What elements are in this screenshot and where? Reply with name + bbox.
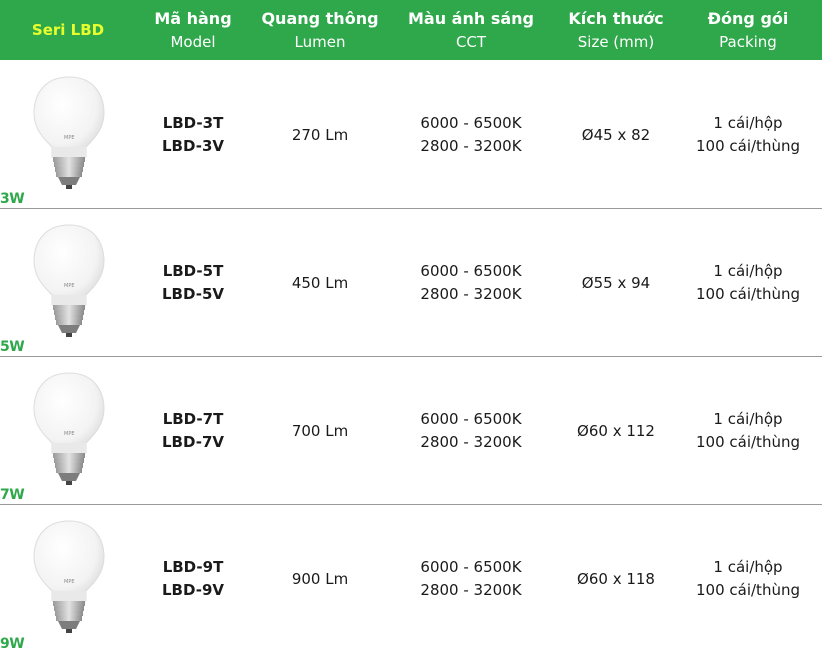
header-cct-en: CCT [455,33,487,51]
lumen-cell: 450 Lm [250,209,390,357]
model-cell: LBD-7T LBD-7V [136,357,250,505]
packing-value: 1 cái/hộp [713,558,783,576]
cct-value: 6000 - 6500K [420,410,522,428]
header-cct: Màu ánh sáng CCT [390,0,552,60]
size-cell: Ø55 x 94 [552,209,680,357]
model-code: LBD-9T [162,558,224,576]
cct-cell: 6000 - 6500K 2800 - 3200K [390,209,552,357]
lumen-cell: 900 Lm [250,505,390,653]
cct-value: 6000 - 6500K [420,262,522,280]
series-label: Seri LBD [31,21,105,39]
header-model: Mã hàng Model [136,0,250,60]
cct-value: 6000 - 6500K [420,558,522,576]
led-bulb-icon: MPE [33,372,105,485]
model-code: LBD-7V [162,433,224,451]
size-cell: Ø60 x 112 [552,357,680,505]
lumen-value: 700 Lm [291,421,349,440]
header-lumen-vi: Quang thông [261,9,379,28]
size-value: Ø60 x 112 [577,421,655,440]
model-code: LBD-3V [162,137,224,155]
cct-cell: 6000 - 6500K 2800 - 3200K [390,505,552,653]
size-value: Ø60 x 118 [577,569,655,588]
lumen-cell: 270 Lm [250,61,390,209]
header-model-vi: Mã hàng [154,9,232,28]
size-value: Ø45 x 82 [581,125,651,144]
packing-cell: 1 cái/hộp 100 cái/thùng [680,357,816,505]
packing-value: 1 cái/hộp [713,262,783,280]
packing-cell: 1 cái/hộp 100 cái/thùng [680,61,816,209]
led-bulb-icon: MPE [33,76,105,189]
header-packing-vi: Đóng gói [707,9,789,28]
packing-value: 1 cái/hộp [713,410,783,428]
packing-value: 100 cái/thùng [696,137,800,155]
led-bulb-icon: MPE [33,520,105,633]
table-row: MPE 3W LBD-3T LBD-3V 270 Lm 6000 - 6500K… [0,61,822,209]
model-code: LBD-9V [162,581,224,599]
cct-value: 2800 - 3200K [420,433,522,451]
packing-value: 100 cái/thùng [696,285,800,303]
wattage-label: 9W [0,636,25,652]
cct-value: 2800 - 3200K [420,285,522,303]
wattage-label: 5W [0,339,25,355]
model-cell: LBD-5T LBD-5V [136,209,250,357]
header-lumen-en: Lumen [294,33,346,51]
model-code: LBD-3T [162,114,224,132]
lumen-value: 900 Lm [291,569,349,588]
lumen-value: 450 Lm [291,273,349,292]
cct-value: 2800 - 3200K [420,137,522,155]
svg-text:MPE: MPE [64,579,75,585]
size-cell: Ø45 x 82 [552,61,680,209]
header-packing: Đóng gói Packing [680,0,816,60]
bulb-image: MPE [24,221,114,341]
cct-value: 6000 - 6500K [420,114,522,132]
header-size: Kích thước Size (mm) [552,0,680,60]
header-cct-vi: Màu ánh sáng [408,9,534,28]
lumen-value: 270 Lm [291,125,349,144]
size-value: Ø55 x 94 [581,273,651,292]
header-packing-en: Packing [719,33,777,51]
bulb-image: MPE [24,517,114,637]
packing-value: 1 cái/hộp [713,114,783,132]
cct-cell: 6000 - 6500K 2800 - 3200K [390,357,552,505]
table-row: MPE 5W LBD-5T LBD-5V 450 Lm 6000 - 6500K… [0,209,822,357]
table-row: MPE 7W LBD-7T LBD-7V 700 Lm 6000 - 6500K… [0,357,822,505]
table-header: Seri LBD Mã hàng Model Quang thông Lumen… [0,0,822,60]
cct-cell: 6000 - 6500K 2800 - 3200K [390,61,552,209]
model-cell: LBD-9T LBD-9V [136,505,250,653]
bulb-image: MPE [24,73,114,193]
lumen-cell: 700 Lm [250,357,390,505]
wattage-label: 3W [0,191,25,207]
header-model-en: Model [170,33,216,51]
bulb-image: MPE [24,369,114,489]
table-row: MPE 9W LBD-9T LBD-9V 900 Lm 6000 - 6500K… [0,505,822,653]
packing-cell: 1 cái/hộp 100 cái/thùng [680,505,816,653]
packing-value: 100 cái/thùng [696,581,800,599]
svg-text:MPE: MPE [64,135,75,141]
header-size-vi: Kích thước [568,9,664,28]
packing-cell: 1 cái/hộp 100 cái/thùng [680,209,816,357]
wattage-label: 7W [0,487,25,503]
header-size-en: Size (mm) [577,33,655,51]
model-code: LBD-7T [162,410,224,428]
packing-value: 100 cái/thùng [696,433,800,451]
header-lumen: Quang thông Lumen [250,0,390,60]
model-code: LBD-5T [162,262,224,280]
svg-text:MPE: MPE [64,431,75,437]
led-bulb-icon: MPE [33,224,105,337]
size-cell: Ø60 x 118 [552,505,680,653]
model-cell: LBD-3T LBD-3V [136,61,250,209]
cct-value: 2800 - 3200K [420,581,522,599]
svg-text:MPE: MPE [64,283,75,289]
model-code: LBD-5V [162,285,224,303]
